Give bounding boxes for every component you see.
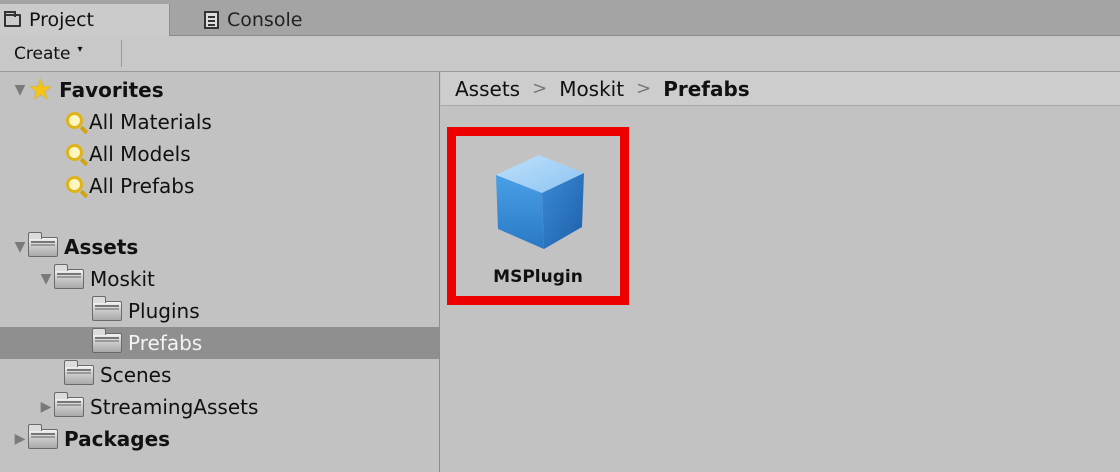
foldout-expanded-icon[interactable]: ▼ (12, 239, 28, 255)
tree-item-label: All Materials (89, 110, 212, 134)
tree-item-streamingassets[interactable]: ▶ StreamingAssets (0, 391, 439, 423)
tree-item-label: StreamingAssets (90, 395, 259, 419)
folder-icon (54, 392, 84, 417)
breadcrumb-separator-icon: > (636, 78, 652, 99)
search-icon (66, 175, 83, 193)
folder-icon (92, 328, 122, 353)
tree-item-moskit[interactable]: ▼ Moskit (0, 263, 439, 295)
console-icon (204, 11, 219, 29)
tree-item-all-models[interactable]: All Models (0, 138, 439, 170)
asset-browser-panel: Assets > Moskit > Prefabs MSPlugin (441, 72, 1120, 472)
tree-item-label: Assets (64, 235, 139, 259)
foldout-expanded-icon[interactable]: ▼ (38, 271, 54, 287)
tree-item-label: Moskit (90, 267, 155, 291)
folder-icon (28, 232, 58, 257)
tree-item-all-materials[interactable]: All Materials (0, 106, 439, 138)
tree-item-favorites[interactable]: ▼ ★ Favorites (0, 74, 439, 106)
panel-tab-strip: Project Console (0, 0, 1120, 36)
folder-icon (64, 360, 94, 385)
tab-project[interactable]: Project (0, 4, 170, 36)
tab-label: Console (227, 9, 303, 31)
foldout-collapsed-icon[interactable]: ▶ (38, 399, 54, 415)
tree-item-assets[interactable]: ▼ Assets (0, 231, 439, 263)
cube-icon (496, 155, 584, 249)
foldout-collapsed-icon[interactable]: ▶ (12, 431, 28, 447)
tree-item-label: Prefabs (128, 331, 203, 355)
tree-item-prefabs[interactable]: Prefabs (0, 327, 439, 359)
project-toolbar: Create ▾ (0, 36, 1120, 72)
folder-icon (4, 10, 21, 27)
breadcrumb-item-moskit[interactable]: Moskit (559, 77, 624, 101)
folder-icon (54, 264, 84, 289)
breadcrumb-item-prefabs[interactable]: Prefabs (663, 77, 750, 101)
foldout-expanded-icon[interactable]: ▼ (12, 82, 28, 98)
tree-item-all-prefabs[interactable]: All Prefabs (0, 170, 439, 202)
tree-item-label: Scenes (100, 363, 172, 387)
folder-icon (28, 424, 58, 449)
asset-name-label: MSPlugin (493, 267, 583, 287)
tree-item-packages[interactable]: ▶ Packages (0, 423, 439, 455)
tree-item-scenes[interactable]: Scenes (0, 359, 439, 391)
tree-item-label: All Models (89, 142, 191, 166)
breadcrumb-separator-icon: > (532, 78, 548, 99)
tree-item-label: Packages (64, 427, 171, 451)
tree-item-label: Plugins (128, 299, 200, 323)
tree-item-plugins[interactable]: Plugins (0, 295, 439, 327)
star-icon: ★ (28, 73, 54, 106)
tree-item-label: Favorites (59, 78, 164, 102)
asset-tile-msplugin[interactable]: MSPlugin (447, 127, 629, 305)
search-icon (66, 143, 83, 161)
breadcrumb-item-assets[interactable]: Assets (455, 77, 520, 101)
dropdown-caret-icon: ▾ (77, 44, 83, 55)
tree-item-label: All Prefabs (89, 174, 195, 198)
create-button[interactable]: Create ▾ (6, 40, 122, 67)
search-icon (66, 111, 83, 129)
folder-icon (92, 296, 122, 321)
tab-label: Project (29, 9, 95, 31)
tab-console[interactable]: Console (200, 4, 360, 36)
breadcrumb: Assets > Moskit > Prefabs (441, 72, 1120, 106)
create-button-label: Create (14, 43, 71, 64)
project-tree-panel: ▼ ★ Favorites All Materials All Models A… (0, 72, 440, 472)
